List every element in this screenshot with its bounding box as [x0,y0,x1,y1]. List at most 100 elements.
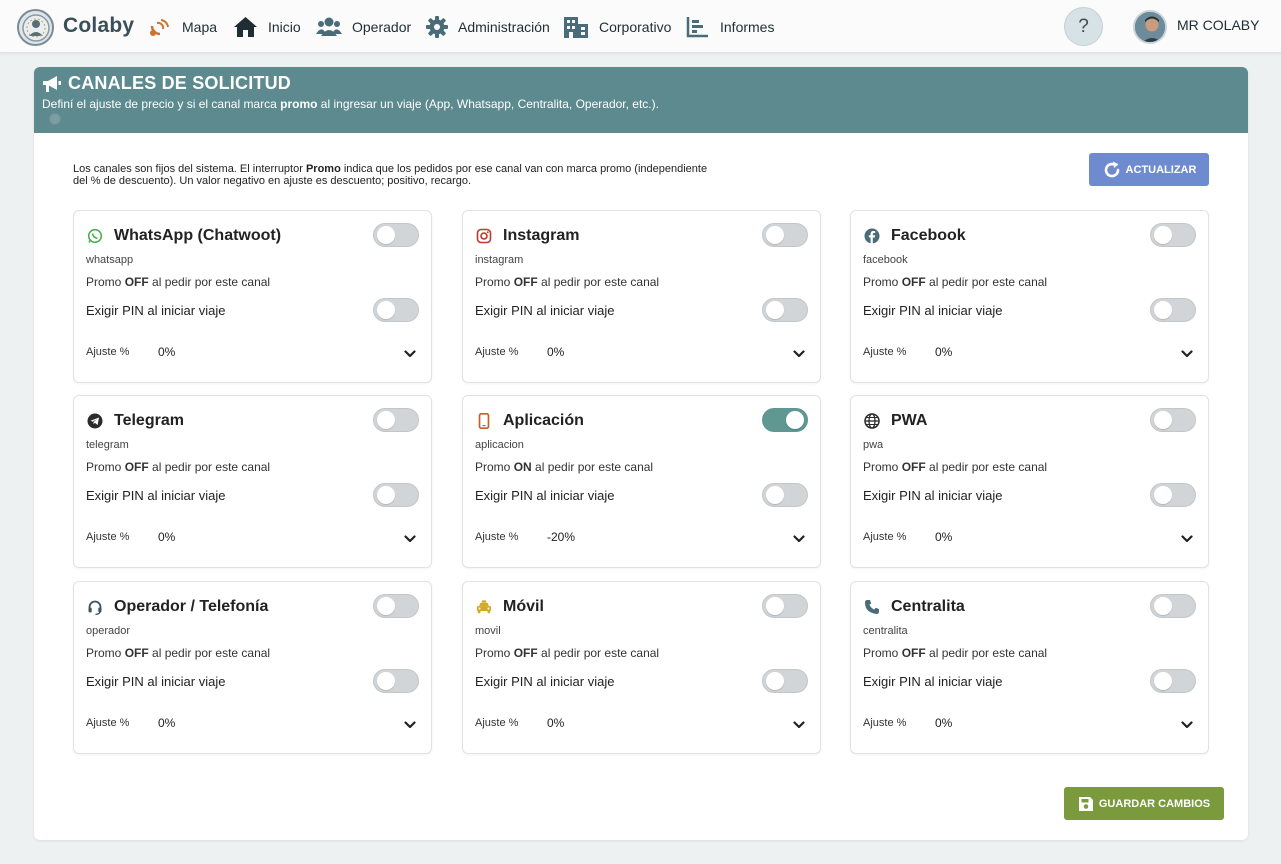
chevron-down-icon[interactable] [1181,530,1193,548]
promo-state: OFF [124,646,149,660]
brand-name[interactable]: Colaby [63,14,134,38]
chevron-down-icon[interactable] [793,716,805,734]
promo-prefix: Promo [863,275,902,289]
pin-toggle[interactable] [373,298,419,322]
headset-icon [87,599,103,615]
chart-icon [686,17,708,38]
promo-prefix: Promo [475,275,514,289]
promo-toggle[interactable] [762,408,808,432]
users-icon [316,17,342,36]
promo-toggle[interactable] [762,594,808,618]
pin-toggle[interactable] [373,483,419,507]
gear-icon [426,16,448,38]
save-button[interactable]: GUARDAR CAMBIOS [1064,787,1224,820]
promo-state: OFF [513,646,538,660]
logo-emblem-icon [21,13,50,42]
refresh-button[interactable]: ACTUALIZAR [1089,153,1209,186]
adjust-label: Ajuste % [475,717,519,729]
promo-state: OFF [901,460,926,474]
promo-prefix: Promo [475,460,514,474]
adjust-label: Ajuste % [863,717,907,729]
user-avatar[interactable] [1133,10,1167,44]
promo-status-text: Promo OFF al pedir por este canal [86,646,270,660]
nav-item-inicio[interactable]: Inicio [233,14,301,40]
promo-toggle[interactable] [762,223,808,247]
promo-toggle[interactable] [373,223,419,247]
adjust-select[interactable]: -20% [547,530,575,544]
nav-item-informes[interactable]: Informes [686,14,774,40]
chevron-down-icon[interactable] [1181,716,1193,734]
info-bold: Promo [305,163,341,175]
promo-toggle[interactable] [1150,408,1196,432]
channel-code: movil [475,625,501,637]
user-name[interactable]: MR COLABY [1177,17,1259,33]
pin-toggle[interactable] [762,669,808,693]
adjust-select[interactable]: 0% [158,345,175,359]
nav-item-mapa[interactable]: Mapa [148,14,217,40]
nav-item-administracion[interactable]: Administración [426,14,550,40]
channel-code: aplicacion [475,439,524,451]
subtitle-bold: promo [280,97,318,111]
nav-item-operador[interactable]: Operador [316,14,411,40]
chevron-down-icon[interactable] [793,530,805,548]
promo-status-text: Promo OFF al pedir por este canal [475,646,659,660]
globe-icon [864,413,880,429]
building-icon [564,17,588,38]
channel-name: Aplicación [503,412,584,429]
adjust-select[interactable]: 0% [158,716,175,730]
pin-toggle[interactable] [1150,669,1196,693]
nav-label-mapa: Mapa [182,19,218,35]
pin-toggle[interactable] [762,298,808,322]
adjust-select[interactable]: 0% [158,530,175,544]
chevron-down-icon[interactable] [793,345,805,363]
chevron-down-icon[interactable] [404,345,416,363]
mobile-icon [476,413,492,429]
pin-toggle[interactable] [373,669,419,693]
pin-label: Exigir PIN al iniciar viaje [863,303,1003,318]
adjust-select[interactable]: 0% [935,716,952,730]
channel-name: WhatsApp (Chatwoot) [114,227,282,244]
promo-state: ON [513,460,532,474]
pin-toggle[interactable] [1150,298,1196,322]
brand-rest: laby [91,14,135,37]
top-navbar: Colaby Mapa Inicio Operador Administraci… [0,0,1281,53]
colaby-logo[interactable] [17,9,54,46]
channel-name: Operador / Telefonía [114,598,269,615]
pin-toggle[interactable] [762,483,808,507]
channel-code: pwa [863,439,884,451]
channel-code: telegram [86,439,129,451]
help-button[interactable]: ? [1064,7,1103,46]
pin-label: Exigir PIN al iniciar viaje [863,674,1003,689]
promo-state: OFF [513,275,538,289]
facebook-icon [864,228,880,244]
promo-suffix: al pedir por este canal [531,460,654,474]
page-subtitle: Definí el ajuste de precio y si el canal… [42,97,659,111]
adjust-label: Ajuste % [475,531,519,543]
chevron-down-icon[interactable] [404,530,416,548]
adjust-label: Ajuste % [86,717,130,729]
whatsapp-icon [87,228,103,244]
promo-toggle[interactable] [1150,594,1196,618]
adjust-select[interactable]: 0% [547,716,564,730]
refresh-label: ACTUALIZAR [1125,163,1197,176]
pin-toggle[interactable] [1150,483,1196,507]
promo-prefix: Promo [475,646,514,660]
adjust-select[interactable]: 0% [547,345,564,359]
chevron-down-icon[interactable] [1181,345,1193,363]
promo-status-text: Promo OFF al pedir por este canal [863,460,1047,474]
channel-name: Centralita [891,598,965,615]
channel-card-whatsapp: WhatsApp (Chatwoot) whatsapp Promo OFF a… [73,210,432,383]
promo-prefix: Promo [86,460,125,474]
channel-card-telegram: Telegram telegram Promo OFF al pedir por… [73,395,432,568]
promo-status-text: Promo OFF al pedir por este canal [475,275,659,289]
channel-code: facebook [863,254,908,266]
adjust-select[interactable]: 0% [935,530,952,544]
nav-item-corporativo[interactable]: Corporativo [563,14,671,40]
promo-toggle[interactable] [373,408,419,432]
adjust-select[interactable]: 0% [935,345,952,359]
telegram-icon [87,413,103,429]
promo-toggle[interactable] [1150,223,1196,247]
channel-card-facebook: Facebook facebook Promo OFF al pedir por… [850,210,1209,383]
chevron-down-icon[interactable] [404,716,416,734]
promo-toggle[interactable] [373,594,419,618]
